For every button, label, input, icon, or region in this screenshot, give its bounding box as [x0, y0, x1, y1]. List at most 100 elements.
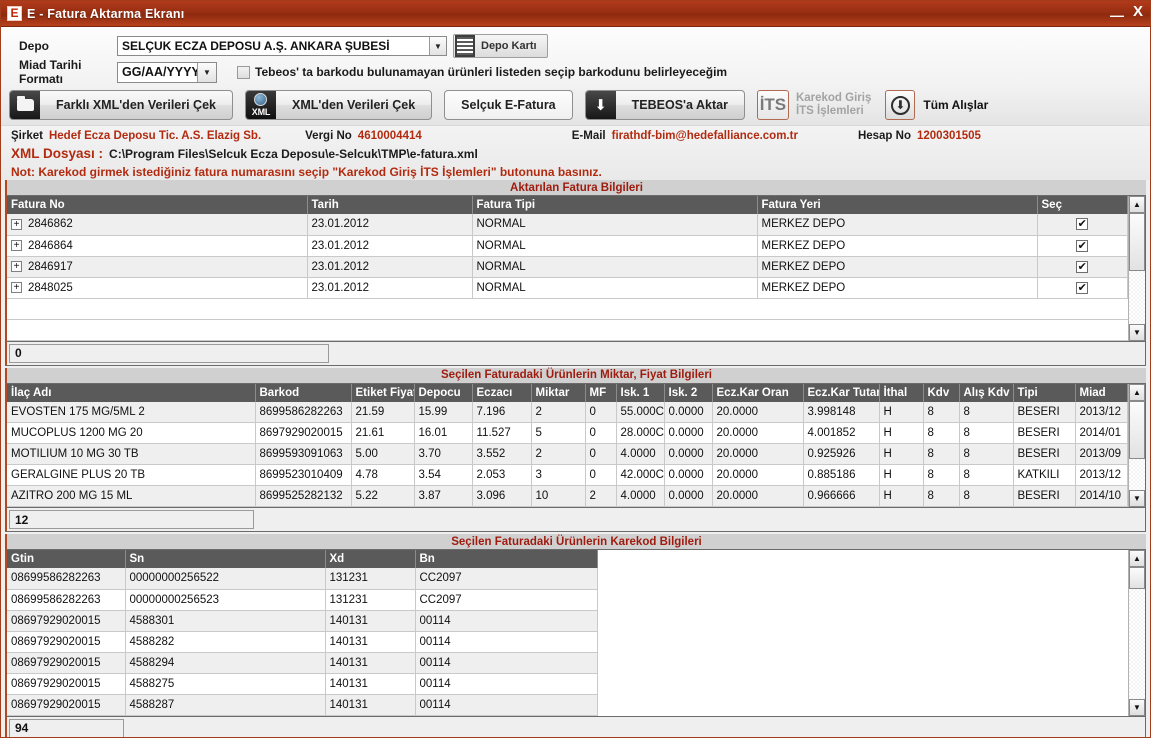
column-header-fatura-tipi[interactable]: Fatura Tipi — [472, 196, 758, 214]
table-row[interactable]: MUCOPLUS 1200 MG 20 8697929020015 21.61 … — [7, 422, 1128, 444]
column-header-ilac-adi[interactable]: İlaç Adı — [7, 383, 256, 402]
column-header-xd[interactable]: Xd — [325, 550, 416, 568]
cell-sec[interactable]: ✔ — [1037, 235, 1128, 257]
row-checkbox[interactable]: ✔ — [1076, 281, 1089, 294]
column-header-isk2[interactable]: Isk. 2 — [664, 383, 713, 402]
scroll-down-icon[interactable]: ▼ — [1129, 323, 1145, 341]
cell-sec[interactable]: ✔ — [1037, 214, 1128, 236]
cell-filler — [597, 568, 1128, 589]
cell-kdv: 8 — [923, 422, 960, 444]
scroll-up-icon[interactable]: ▲ — [1129, 550, 1145, 567]
tebeos-barcode-checkbox[interactable]: Tebeos' ta barkodu bulunamayan ürünleri … — [237, 65, 727, 79]
column-header-sec[interactable]: Seç — [1037, 196, 1128, 214]
scroll-thumb[interactable] — [1129, 567, 1145, 589]
row-checkbox[interactable]: ✔ — [1076, 239, 1089, 252]
scroll-thumb[interactable] — [1129, 213, 1145, 271]
miad-format-select[interactable]: GG/AA/YYYY ▼ — [117, 61, 217, 83]
table-row[interactable]: +2846864 23.01.2012 NORMAL MERKEZ DEPO ✔ — [7, 235, 1128, 257]
column-header-miad[interactable]: Miad — [1075, 383, 1128, 402]
scroll-down-icon[interactable]: ▼ — [1129, 490, 1145, 507]
cell-etiket: 4.78 — [351, 464, 415, 486]
scroll-track[interactable] — [1129, 589, 1145, 699]
scroll-up-icon[interactable]: ▲ — [1129, 196, 1145, 213]
column-header-barkod[interactable]: Barkod — [255, 383, 352, 402]
column-header-fatura-no[interactable]: Fatura No — [7, 196, 308, 214]
column-header-ithal[interactable]: İthal — [879, 383, 924, 402]
table-row[interactable]: 08697929020015 4588287 140131 00114 — [7, 694, 1128, 716]
expand-icon[interactable]: + — [11, 281, 22, 293]
xml-cek-button[interactable]: XML XML'den Verileri Çek — [244, 90, 433, 120]
column-header-ecz-kar-oran[interactable]: Ecz.Kar Oran — [712, 383, 804, 402]
table-row[interactable]: 08699586282263 00000000256522 131231 CC2… — [7, 568, 1128, 590]
column-header-tarih[interactable]: Tarih — [307, 196, 473, 214]
expand-icon[interactable]: + — [11, 218, 22, 230]
column-header-etiket-fiyati[interactable]: Etiket Fiyatı — [351, 383, 415, 402]
cell-sec[interactable]: ✔ — [1037, 256, 1128, 278]
chevron-down-icon[interactable]: ▼ — [429, 37, 446, 55]
cell-fatura-no[interactable]: +2846864 — [7, 235, 308, 257]
column-header-fatura-yeri[interactable]: Fatura Yeri — [757, 196, 1038, 214]
minimize-icon[interactable]: — — [1107, 3, 1127, 22]
table-row[interactable]: +2848025 23.01.2012 NORMAL MERKEZ DEPO ✔ — [7, 277, 1128, 299]
karekod-scrollbar[interactable]: ▲ ▼ — [1128, 550, 1145, 716]
table-row[interactable]: +2846917 23.01.2012 NORMAL MERKEZ DEPO ✔ — [7, 256, 1128, 278]
selcuk-efatura-button[interactable]: Selçuk E-Fatura — [444, 90, 573, 120]
products-scrollbar[interactable]: ▲ ▼ — [1128, 383, 1145, 507]
column-header-sn[interactable]: Sn — [125, 550, 326, 568]
cell-etiket: 5.22 — [351, 485, 415, 507]
scroll-track[interactable] — [1129, 271, 1145, 324]
cell-sec[interactable]: ✔ — [1037, 277, 1128, 299]
column-header-isk1[interactable]: Isk. 1 — [616, 383, 665, 402]
expand-icon[interactable]: + — [11, 239, 22, 251]
column-header-tipi[interactable]: Tipi — [1013, 383, 1076, 402]
invoices-total-field[interactable]: 0 — [9, 343, 329, 363]
column-header-depocu[interactable]: Depocu — [414, 383, 473, 402]
table-row[interactable]: EVOSTEN 175 MG/5ML 2 8699586282263 21.59… — [7, 401, 1128, 423]
table-row[interactable]: +2846862 23.01.2012 NORMAL MERKEZ DEPO ✔ — [7, 214, 1128, 236]
fatura-no-value: 2846862 — [28, 218, 73, 231]
table-row[interactable]: 08697929020015 4588294 140131 00114 — [7, 652, 1128, 674]
scroll-thumb[interactable] — [1129, 400, 1145, 459]
close-icon[interactable]: X — [1130, 3, 1146, 21]
its-karekod-button[interactable]: İTS Karekod Giriş İTS İşlemleri — [756, 90, 871, 120]
cell-kar-oran: 20.0000 — [712, 401, 804, 423]
column-header-gtin[interactable]: Gtin — [7, 550, 126, 568]
table-row[interactable]: 08697929020015 4588282 140131 00114 — [7, 631, 1128, 653]
cell-fatura-no[interactable]: +2846917 — [7, 256, 308, 278]
chevron-down-icon[interactable]: ▼ — [197, 62, 216, 82]
depo-select[interactable]: SELÇUK ECZA DEPOSU A.Ş. ANKARA ŞUBESİ ▼ — [117, 36, 447, 56]
column-header-filler — [597, 550, 1128, 568]
column-header-miktar[interactable]: Miktar — [531, 383, 586, 402]
cell-fatura-no[interactable]: +2848025 — [7, 277, 308, 299]
cell-fatura-no[interactable]: +2846862 — [7, 214, 308, 236]
row-checkbox[interactable]: ✔ — [1076, 260, 1089, 273]
column-header-ecz-kar-tutar[interactable]: Ecz.Kar Tutar — [803, 383, 880, 402]
table-row[interactable]: MOTILIUM 10 MG 30 TB 8699593091063 5.00 … — [7, 443, 1128, 465]
scroll-up-icon[interactable]: ▲ — [1129, 383, 1145, 401]
column-header-kdv[interactable]: Kdv — [923, 383, 960, 402]
invoices-scrollbar[interactable]: ▲ ▼ — [1128, 196, 1145, 341]
expand-icon[interactable]: + — [11, 260, 22, 272]
folder-icon — [10, 91, 40, 119]
column-header-bn[interactable]: Bn — [415, 550, 598, 568]
table-row[interactable]: 08697929020015 4588275 140131 00114 — [7, 673, 1128, 695]
column-header-eczaci[interactable]: Eczacı — [472, 383, 532, 402]
cell-alis-kdv: 8 — [959, 443, 1014, 465]
table-row[interactable]: AZITRO 200 MG 15 ML 8699525282132 5.22 3… — [7, 485, 1128, 507]
tum-alislar-button[interactable]: ⬇ Tüm Alışlar — [885, 90, 988, 120]
table-row[interactable]: 08697929020015 4588301 140131 00114 — [7, 610, 1128, 632]
scroll-track[interactable] — [1129, 458, 1145, 490]
cell-xd: 140131 — [325, 631, 416, 653]
products-total-field[interactable]: 12 — [9, 510, 254, 529]
tebeos-aktar-button[interactable]: ⬇ TEBEOS'a Aktar — [584, 90, 745, 120]
karekod-total-field[interactable]: 94 — [9, 718, 124, 737]
scroll-down-icon[interactable]: ▼ — [1129, 698, 1145, 716]
row-checkbox[interactable]: ✔ — [1076, 218, 1089, 231]
farkli-xml-button[interactable]: Farklı XML'den Verileri Çek — [9, 90, 233, 120]
depo-karti-button[interactable]: Depo Kartı — [453, 34, 548, 58]
column-header-mf[interactable]: MF — [585, 383, 617, 402]
table-row[interactable]: 08699586282263 00000000256523 131231 CC2… — [7, 589, 1128, 611]
checkbox-icon[interactable] — [237, 65, 250, 79]
column-header-alis-kdv[interactable]: Alış Kdv — [959, 383, 1014, 402]
table-row[interactable]: GERALGINE PLUS 20 TB 8699523010409 4.78 … — [7, 464, 1128, 486]
